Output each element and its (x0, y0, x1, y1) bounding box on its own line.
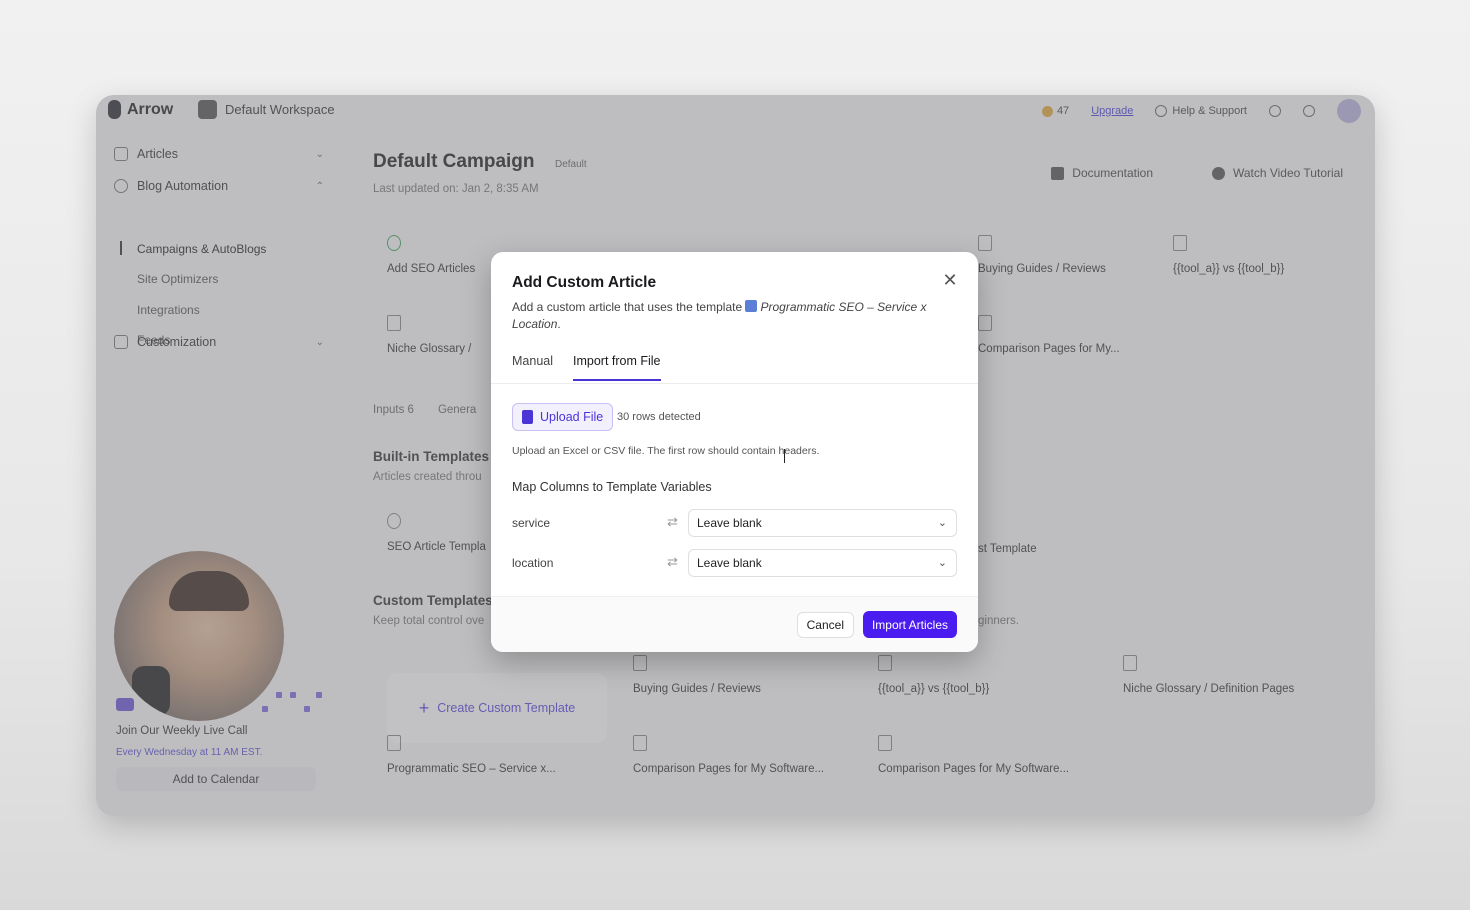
swap-icon: ⇄ (667, 554, 678, 569)
description-prefix: Add a custom article that uses the templ… (512, 300, 743, 314)
select-value: Leave blank (697, 556, 762, 570)
modal-title: Add Custom Article (512, 274, 657, 291)
chevron-down-icon: ⌄ (937, 557, 947, 569)
close-icon[interactable]: ✕ (940, 270, 960, 290)
modal-footer: Cancel Import Articles (491, 596, 978, 652)
import-articles-button[interactable]: Import Articles (862, 611, 957, 638)
map-columns-heading: Map Columns to Template Variables (512, 480, 712, 494)
chevron-down-icon: ⌄ (937, 517, 947, 529)
select-value: Leave blank (697, 516, 762, 530)
text-cursor-icon (784, 449, 786, 463)
upload-help-text: Upload an Excel or CSV file. The first r… (512, 445, 820, 457)
description-suffix: . (557, 317, 561, 331)
modal-description: Add a custom article that uses the templ… (512, 299, 942, 333)
swap-icon: ⇄ (667, 514, 678, 529)
column-select-location[interactable]: Leave blank ⌄ (688, 549, 957, 577)
mapping-row: location ⇄ Leave blank ⌄ (512, 549, 957, 577)
column-select-service[interactable]: Leave blank ⌄ (688, 509, 957, 537)
variable-label: service (512, 516, 551, 530)
tab-manual[interactable]: Manual (512, 354, 553, 381)
import-panel: Upload File 30 rows detected Upload an E… (491, 384, 978, 596)
add-custom-article-modal: Add Custom Article ✕ Add a custom articl… (491, 252, 978, 652)
variable-label: location (512, 556, 554, 570)
upload-file-button[interactable]: Upload File (512, 403, 614, 431)
upload-label: Upload File (540, 410, 604, 424)
file-icon (522, 410, 533, 424)
tab-import-from-file[interactable]: Import from File (573, 354, 661, 381)
cancel-button[interactable]: Cancel (796, 612, 854, 638)
modal-tabs: Manual Import from File (512, 354, 661, 381)
info-icon (745, 300, 758, 312)
mapping-row: service ⇄ Leave blank ⌄ (512, 509, 957, 537)
rows-detected: 30 rows detected (617, 411, 701, 423)
